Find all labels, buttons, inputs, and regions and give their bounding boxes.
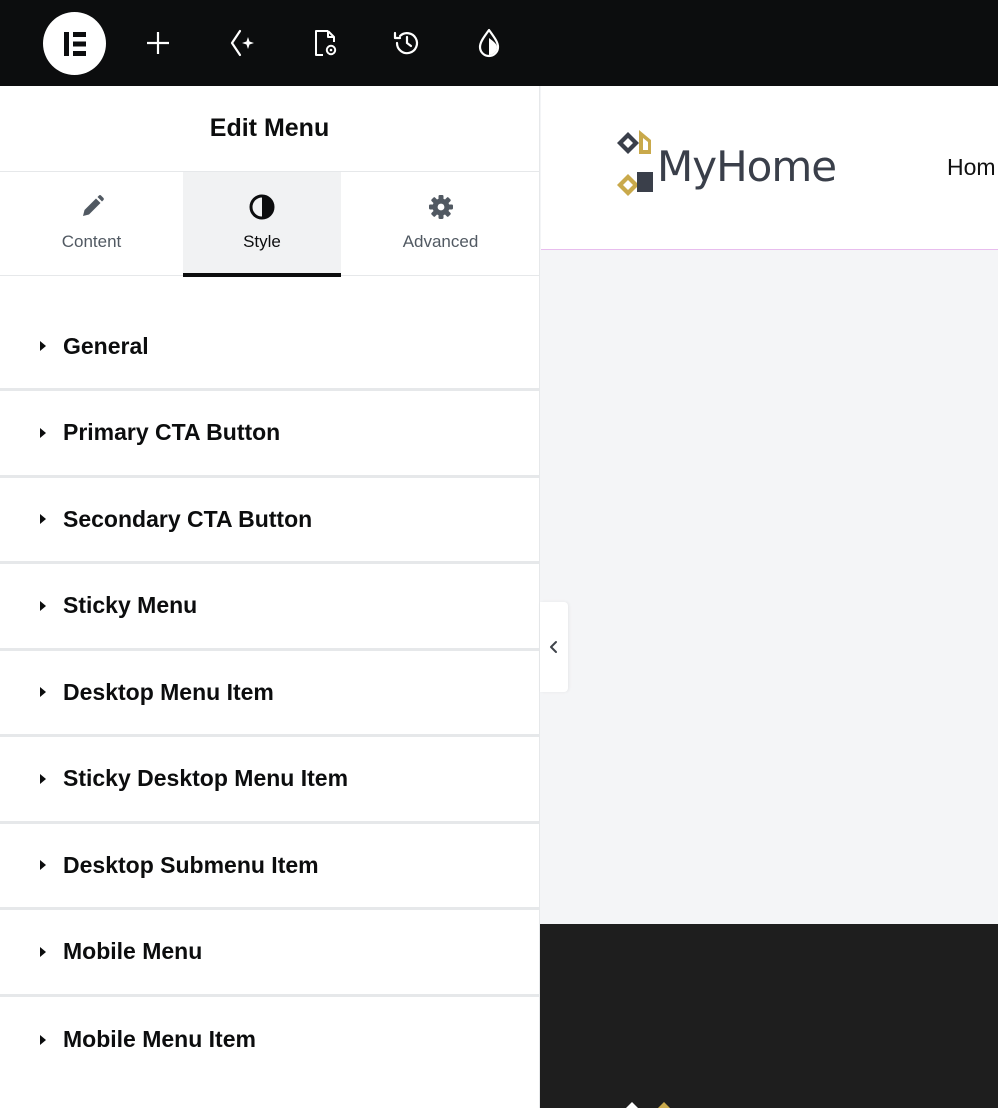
tab-advanced[interactable]: Advanced: [341, 172, 540, 275]
footer-logo-mark-icon: [626, 1102, 670, 1108]
section-label: Sticky Desktop Menu Item: [63, 765, 349, 792]
section-label: Desktop Submenu Item: [63, 851, 319, 878]
style-sections-list: General Primary CTA Button Secondary CTA…: [0, 276, 540, 1083]
panel-collapse-toggle[interactable]: [540, 602, 568, 692]
tab-content[interactable]: Content: [0, 172, 183, 275]
caret-right-icon: [40, 687, 46, 698]
panel-header: Edit Menu: [0, 86, 539, 172]
preview-site-footer: [540, 924, 998, 1108]
caret-right-icon: [40, 860, 46, 871]
plus-icon: [147, 32, 169, 54]
tab-content-label: Content: [61, 232, 122, 251]
section-sticky-menu[interactable]: Sticky Menu: [0, 564, 540, 651]
contrast-icon: [247, 192, 277, 222]
site-settings-button[interactable]: [467, 21, 511, 65]
page-settings-icon: [315, 30, 337, 56]
chevron-left-icon: [550, 641, 557, 653]
tab-style-label: Style: [243, 232, 281, 251]
section-primary-cta-button[interactable]: Primary CTA Button: [0, 391, 540, 478]
caret-right-icon: [40, 1034, 46, 1045]
myhome-logo-mark-icon: [617, 130, 653, 196]
ai-sparkle-icon: [230, 29, 254, 57]
nav-item-home[interactable]: Hom: [947, 154, 996, 181]
section-sticky-desktop-menu-item[interactable]: Sticky Desktop Menu Item: [0, 737, 540, 824]
ai-button[interactable]: [220, 21, 264, 65]
caret-right-icon: [40, 946, 46, 957]
caret-right-icon: [40, 514, 46, 525]
caret-right-icon: [40, 341, 46, 351]
history-button[interactable]: [385, 21, 429, 65]
site-settings-droplet-icon: [478, 28, 500, 58]
section-label: Desktop Menu Item: [63, 678, 274, 705]
caret-right-icon: [40, 427, 46, 438]
page-settings-button[interactable]: [302, 21, 346, 65]
caret-right-icon: [40, 773, 46, 784]
section-label: Primary CTA Button: [63, 419, 281, 446]
section-mobile-menu-item[interactable]: Mobile Menu Item: [0, 997, 540, 1084]
panel-title: Edit Menu: [209, 114, 330, 142]
elementor-logo-button[interactable]: [43, 12, 106, 75]
section-label: Sticky Menu: [63, 592, 198, 619]
pencil-icon: [77, 192, 107, 222]
site-logo-text: MyHome: [657, 141, 837, 191]
section-secondary-cta-button[interactable]: Secondary CTA Button: [0, 478, 540, 564]
section-desktop-submenu-item[interactable]: Desktop Submenu Item: [0, 824, 540, 910]
editor-top-bar: [0, 0, 998, 86]
section-label: Secondary CTA Button: [63, 505, 313, 532]
elementor-logo-icon: [63, 31, 86, 56]
add-element-button[interactable]: [136, 21, 180, 65]
tab-style[interactable]: Style: [183, 172, 341, 277]
site-logo[interactable]: MyHome: [615, 126, 837, 206]
gear-icon: [426, 192, 456, 222]
section-label: Mobile Menu: [63, 938, 203, 965]
section-desktop-menu-item[interactable]: Desktop Menu Item: [0, 651, 540, 737]
section-mobile-menu[interactable]: Mobile Menu: [0, 910, 540, 997]
history-icon: [393, 31, 419, 55]
section-label: Mobile Menu Item: [63, 1026, 256, 1053]
caret-right-icon: [40, 600, 46, 611]
tab-advanced-label: Advanced: [402, 232, 479, 251]
section-label: General: [63, 332, 149, 359]
panel-tabs: Content Style Advanced: [0, 172, 540, 277]
editor-panel: Edit Menu Content Style Advanced General…: [0, 86, 540, 1108]
preview-site-header[interactable]: MyHome Hom: [541, 86, 998, 250]
section-general[interactable]: General: [0, 276, 540, 391]
